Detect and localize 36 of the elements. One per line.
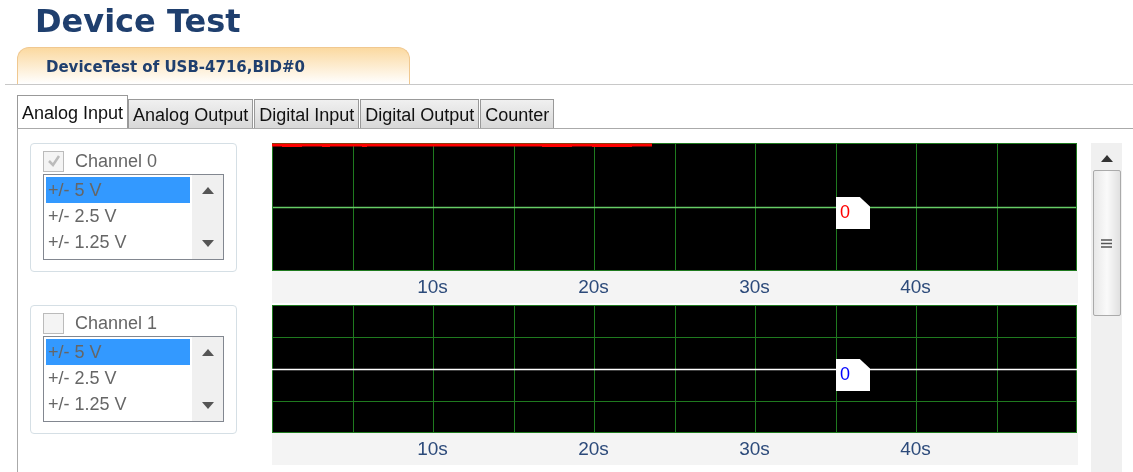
range-listbox[interactable]: +/- 5 V +/- 2.5 V +/- 1.25 V — [43, 174, 224, 260]
tab[interactable]: Digital Input — [254, 99, 360, 128]
tab[interactable]: Digital Output — [360, 99, 480, 128]
scroll-up-icon — [201, 187, 214, 194]
axis-tick-label: 20s — [577, 437, 610, 461]
device-tab[interactable]: DeviceTest of USB-4716,BID#0 — [17, 47, 410, 84]
channel-label: Channel 1 — [75, 311, 158, 335]
axis-tick-label: 40s — [899, 275, 932, 299]
check-icon — [45, 153, 62, 169]
grip-icon — [1101, 238, 1112, 248]
axis-tick-label: 30s — [738, 275, 771, 299]
range-listbox[interactable]: +/- 5 V +/- 2.5 V +/- 1.25 V — [43, 336, 224, 422]
list-item[interactable]: +/- 2.5 V — [46, 203, 190, 229]
axis-tick-label: 40s — [899, 437, 932, 461]
tab[interactable]: Analog Input — [17, 95, 129, 128]
scroll-down-icon — [201, 240, 214, 247]
list-item[interactable]: +/- 1.25 V — [46, 391, 190, 417]
page-title: Device Test — [35, 1, 242, 42]
axis-tick-label: 20s — [577, 275, 610, 299]
list-item[interactable]: +/- 2.5 V — [46, 365, 190, 391]
axis-tick-label: 30s — [738, 437, 771, 461]
channel-label: Channel 0 — [75, 149, 158, 173]
marker-label: 0 — [836, 359, 870, 391]
tab[interactable]: Counter — [480, 99, 555, 128]
scroll-up-icon — [201, 349, 214, 356]
scroll-down-icon — [201, 402, 214, 409]
list-item[interactable]: +/- 1.25 V — [46, 229, 190, 255]
scrollbar[interactable] — [1091, 143, 1122, 472]
checkbox[interactable] — [43, 312, 64, 334]
checkbox[interactable] — [43, 150, 64, 172]
tab[interactable]: Analog Output — [128, 99, 254, 128]
scroll-up-icon — [1100, 155, 1113, 162]
axis-tick-label: 10s — [416, 275, 449, 299]
axis-tick-label: 10s — [416, 437, 449, 461]
marker-label: 0 — [836, 197, 870, 229]
scroll-thumb[interactable] — [1092, 170, 1121, 316]
